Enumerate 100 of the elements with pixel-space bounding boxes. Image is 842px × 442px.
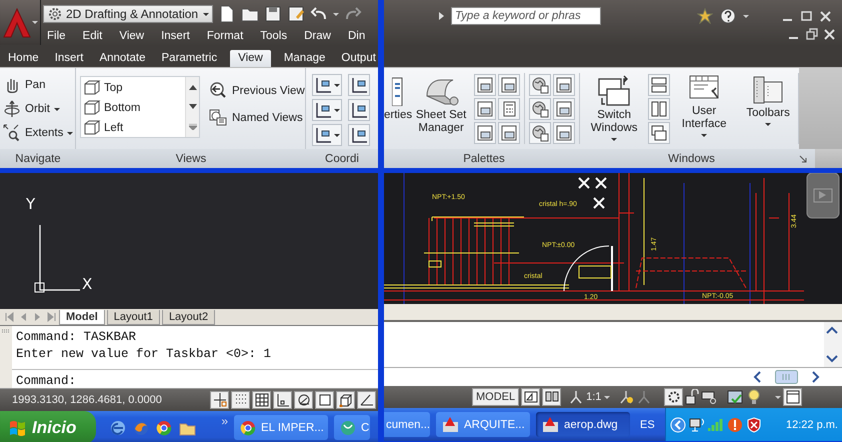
palette-button[interactable]: [498, 74, 520, 96]
palette-button[interactable]: [529, 74, 552, 96]
save-icon[interactable]: [264, 5, 282, 23]
isolate-objects-icon[interactable]: [727, 389, 746, 405]
ribbon-button[interactable]: Named Views: [208, 108, 305, 127]
view-list-item[interactable]: Bottom: [83, 99, 183, 116]
save-as-icon[interactable]: [287, 5, 305, 23]
ucs-tool-button[interactable]: [348, 99, 370, 121]
taskbar-button[interactable]: ARQUITE...: [436, 412, 530, 437]
menu-item[interactable]: Tools: [260, 30, 288, 42]
ribbon-button[interactable]: Switch Windows: [580, 68, 648, 149]
light-bulb-icon[interactable]: [747, 389, 762, 405]
cascade-button[interactable]: [648, 122, 670, 144]
ribbon-button[interactable]: Toolbars: [738, 68, 798, 149]
new-file-icon[interactable]: [218, 5, 236, 23]
star-icon[interactable]: [697, 8, 713, 24]
layout-icon[interactable]: [521, 388, 540, 406]
ucs-tool-button[interactable]: [312, 74, 342, 96]
scrollbar-thumb[interactable]: [775, 370, 798, 384]
language-indicator[interactable]: ES: [636, 418, 659, 430]
close-icon[interactable]: [819, 10, 832, 22]
view-list-item[interactable]: Left: [83, 119, 183, 136]
ucs-tool-button[interactable]: [348, 74, 370, 96]
ribbon-button[interactable]: Extents: [3, 124, 75, 142]
ribbon-tab[interactable]: View: [230, 50, 271, 67]
padlock-icon[interactable]: [685, 389, 700, 405]
ortho-icon[interactable]: [273, 391, 292, 409]
tile-vertical-button[interactable]: [648, 98, 670, 120]
annotation-scale-dropdown[interactable]: 1:1: [563, 390, 616, 404]
grip-icon[interactable]: [2, 329, 10, 333]
ribbon-tab[interactable]: Manage: [280, 50, 328, 67]
scroll-down-icon[interactable]: [188, 104, 196, 110]
hardware-icon[interactable]: [701, 389, 718, 405]
palette-button[interactable]: [553, 122, 576, 144]
menu-item[interactable]: Edit: [82, 30, 102, 42]
palette-button[interactable]: [553, 98, 576, 120]
angle-icon[interactable]: [357, 391, 376, 409]
palette-button[interactable]: [498, 122, 520, 144]
menu-item[interactable]: Din: [348, 30, 366, 42]
tile-horizontal-button[interactable]: [648, 74, 670, 96]
layout-tab[interactable]: Model: [59, 310, 105, 324]
palette-button[interactable]: [474, 74, 496, 96]
close-icon[interactable]: [823, 28, 836, 41]
calculator-button[interactable]: [498, 98, 520, 120]
ribbon-button[interactable]: Sheet Set Manager: [412, 68, 470, 149]
square-icon[interactable]: [315, 391, 334, 409]
search-field[interactable]: Type a keyword or phras: [451, 7, 601, 25]
clean-screen-icon[interactable]: [783, 388, 802, 406]
shield-icon[interactable]: [746, 416, 762, 432]
menu-item[interactable]: Draw: [304, 30, 331, 42]
gear-icon[interactable]: [664, 388, 684, 406]
ribbon-tab[interactable]: Insert: [52, 50, 86, 67]
taskbar-button[interactable]: cumen...: [384, 412, 430, 437]
grid-icon[interactable]: [252, 391, 271, 409]
view-list-item[interactable]: Top: [83, 79, 183, 96]
expand-arrow-icon[interactable]: [438, 11, 445, 21]
dotted-grid-icon[interactable]: [231, 391, 250, 409]
palette-button[interactable]: [529, 122, 552, 144]
overflow-chevron[interactable]: »: [202, 411, 228, 428]
browser-icon[interactable]: [110, 420, 126, 436]
menu-item[interactable]: View: [119, 30, 144, 42]
palette-button[interactable]: [474, 98, 496, 120]
taskbar-button[interactable]: aerop.dwg: [536, 412, 630, 437]
dialog-launcher-icon[interactable]: [799, 155, 807, 163]
command-prompt[interactable]: Command:: [12, 370, 378, 388]
expand-icon[interactable]: [188, 124, 196, 130]
ucs-tool-button[interactable]: [312, 99, 342, 121]
maximize-icon[interactable]: [800, 10, 813, 22]
taskbar-button[interactable]: EL IMPER...: [234, 415, 328, 440]
ribbon-button[interactable]: erties: [384, 68, 412, 149]
annotation-visibility-icon[interactable]: [618, 389, 634, 405]
application-menu-button[interactable]: [0, 0, 41, 45]
scroll-up-icon[interactable]: [188, 84, 196, 90]
polar-icon[interactable]: [294, 391, 313, 409]
layout-tab[interactable]: Layout2: [162, 310, 216, 324]
browser-icon[interactable]: [156, 420, 172, 436]
ribbon-button[interactable]: Orbit: [3, 100, 75, 118]
start-button[interactable]: Inicio: [0, 411, 96, 442]
taskbar-button[interactable]: C: [334, 415, 370, 440]
navigation-bar[interactable]: [806, 173, 840, 219]
workspace-dropdown[interactable]: 2D Drafting & Annotation: [43, 5, 213, 23]
ribbon-tab[interactable]: Home: [5, 50, 42, 67]
model-button[interactable]: MODEL: [472, 388, 520, 406]
ribbon-tab[interactable]: Parametric: [158, 50, 220, 67]
menu-item[interactable]: File: [47, 30, 66, 42]
ribbon-tab[interactable]: Output: [338, 50, 378, 67]
palette-button[interactable]: [529, 98, 552, 120]
layout-tab[interactable]: Layout1: [106, 310, 160, 324]
snap-icon[interactable]: [210, 391, 229, 409]
ribbon-button[interactable]: Pan: [3, 76, 75, 94]
restore-icon[interactable]: [805, 28, 818, 41]
menu-item[interactable]: Format: [206, 30, 244, 42]
ribbon-button[interactable]: Previous View: [208, 81, 305, 100]
help-icon[interactable]: [719, 7, 737, 25]
alert-icon[interactable]: [726, 416, 743, 432]
ucs-tool-button[interactable]: [348, 124, 370, 146]
ucs-tool-button[interactable]: [312, 124, 342, 146]
cube-icon[interactable]: [336, 391, 355, 409]
palette-button[interactable]: [553, 74, 576, 96]
ribbon-tab[interactable]: Annotate: [96, 50, 148, 67]
